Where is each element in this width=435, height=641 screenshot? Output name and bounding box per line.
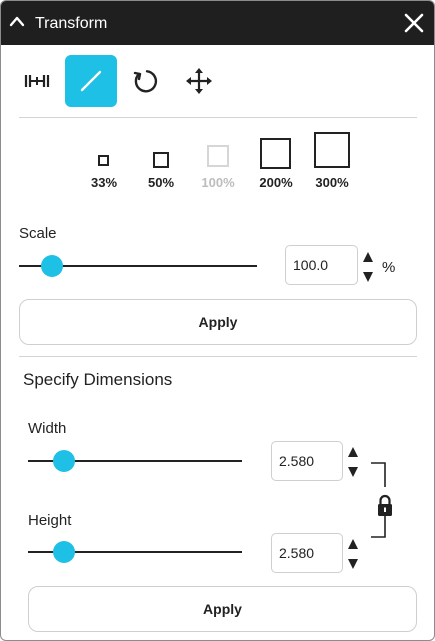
scale-input[interactable]: [285, 245, 358, 285]
width-label: Width: [28, 420, 67, 437]
width-input[interactable]: [271, 441, 343, 481]
preset-200[interactable]: 200%: [253, 131, 299, 195]
rotate-icon: [133, 70, 158, 93]
preset-label: 200%: [259, 175, 293, 190]
close-icon[interactable]: [403, 12, 425, 34]
chevron-up-icon[interactable]: [9, 15, 25, 27]
preset-label: 33%: [90, 175, 118, 190]
preset-label: 100%: [201, 175, 235, 190]
height-label: Height: [28, 512, 72, 529]
spin-down-icon[interactable]: [363, 272, 373, 282]
dimensions-apply-button[interactable]: Apply: [28, 586, 417, 632]
square-icon: [153, 152, 169, 168]
scale-label: Scale: [19, 225, 57, 242]
height-slider-thumb[interactable]: [53, 541, 76, 563]
square-large-icon: [260, 138, 291, 169]
height-spinner[interactable]: [346, 537, 360, 571]
spin-down-icon[interactable]: [348, 559, 358, 569]
preset-label: 50%: [147, 175, 175, 190]
height-input[interactable]: [271, 533, 343, 573]
square-icon: [207, 145, 229, 167]
tool-resize[interactable]: [11, 55, 63, 107]
resize-icon: [24, 75, 50, 87]
transform-panel: Transform 33% 50% 100% 200% 300% Scale 1…: [0, 0, 435, 641]
scale-unit: %: [382, 259, 396, 276]
divider: [19, 117, 417, 118]
lock-icon[interactable]: [376, 493, 394, 519]
scale-diagonal-icon: [80, 70, 102, 92]
tool-scale[interactable]: [65, 55, 117, 107]
scale-apply-button[interactable]: Apply: [19, 299, 417, 345]
preset-33[interactable]: 33%: [83, 131, 125, 195]
spin-up-icon[interactable]: [348, 539, 358, 549]
scale-spinner[interactable]: [361, 250, 375, 284]
panel-title: Transform: [35, 15, 108, 32]
tool-rotate[interactable]: [119, 55, 171, 107]
tool-move[interactable]: [173, 55, 225, 107]
move-icon: [186, 68, 212, 94]
preset-label: 300%: [315, 175, 349, 190]
width-slider-thumb[interactable]: [53, 450, 76, 472]
spin-up-icon[interactable]: [348, 447, 358, 457]
square-xlarge-icon: [314, 132, 350, 168]
scale-slider-thumb[interactable]: [41, 255, 64, 277]
spin-up-icon[interactable]: [363, 252, 373, 262]
divider: [19, 356, 417, 357]
preset-300[interactable]: 300%: [309, 131, 355, 195]
dimensions-title: Specify Dimensions: [23, 370, 173, 389]
square-small-icon: [98, 155, 109, 166]
title-bar: Transform: [1, 1, 434, 45]
spin-down-icon[interactable]: [348, 467, 358, 477]
width-spinner[interactable]: [346, 445, 360, 479]
preset-100: 100%: [195, 131, 241, 195]
preset-50[interactable]: 50%: [140, 131, 182, 195]
